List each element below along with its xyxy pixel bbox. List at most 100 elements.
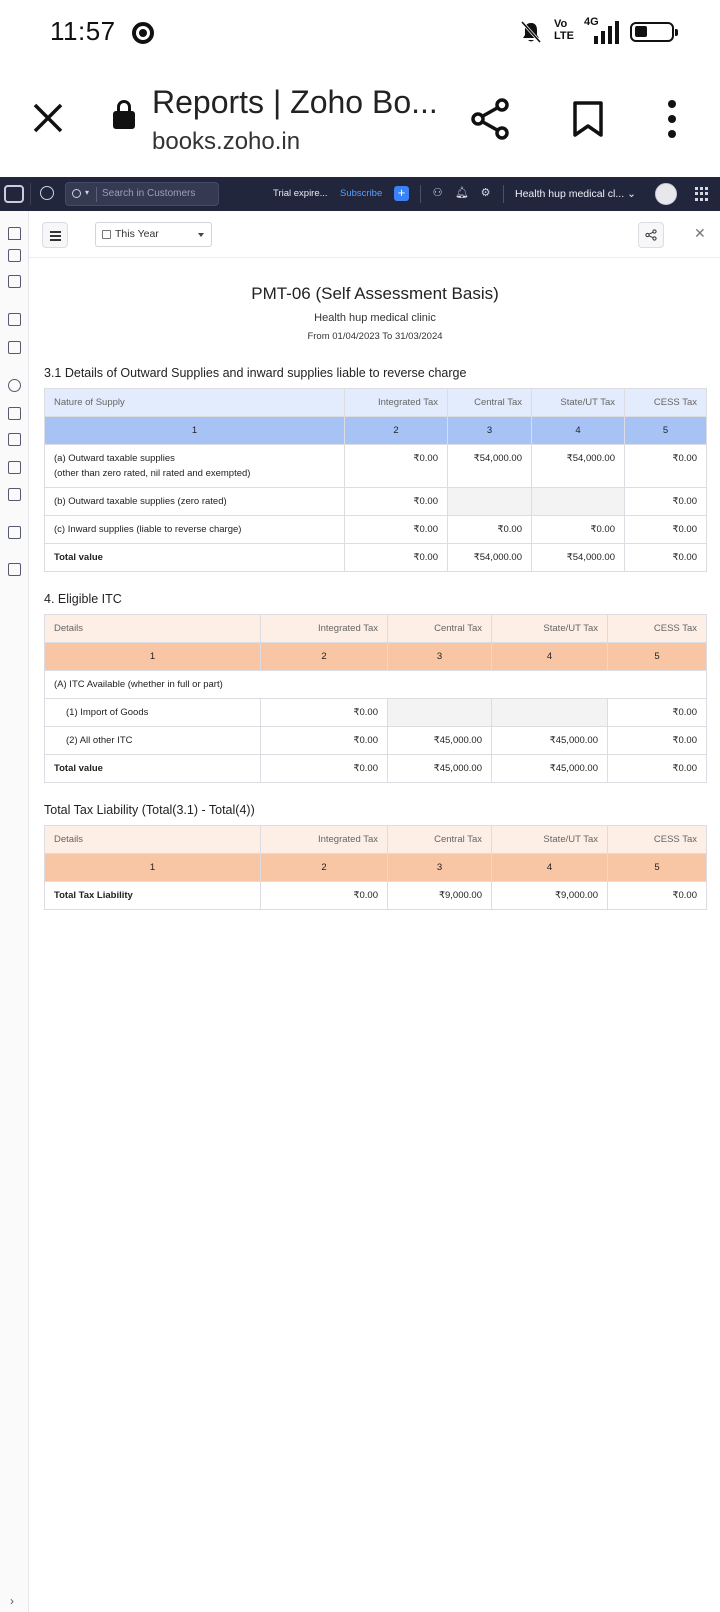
bookmark-icon[interactable] [572, 100, 604, 138]
search-input[interactable]: Search in Customers [102, 188, 195, 199]
app-grid-icon[interactable] [695, 187, 709, 201]
app-top-bar: ▾ Search in Customers Trial expire... Su… [0, 177, 720, 211]
sales-cart-icon[interactable] [8, 313, 21, 326]
chevron-down-icon[interactable]: ▾ [85, 188, 89, 197]
column-number: 1 [44, 642, 261, 671]
row-label: (b) Outward taxable supplies (zero rated… [44, 487, 345, 516]
recent-history-icon[interactable] [40, 186, 54, 200]
column-header: State/UT Tax [491, 825, 608, 854]
left-sidebar: › [0, 211, 29, 1612]
integrated-tax-cell: ₹0.00 [260, 881, 388, 910]
documents-icon[interactable] [8, 526, 21, 539]
integrated-tax-cell: ₹0.00 [260, 754, 388, 783]
page-title: Reports | Zoho Bo... [152, 84, 438, 120]
row-label-line: (a) Outward taxable supplies [54, 453, 175, 464]
column-number: 3 [387, 853, 492, 882]
search-icon[interactable] [72, 189, 81, 198]
central-tax-cell[interactable]: ₹54,000.00 [447, 444, 532, 488]
disabled-cell [531, 487, 625, 516]
expand-sidebar-icon[interactable]: › [10, 1594, 14, 1608]
org-name[interactable]: Health hup medical cl... [515, 188, 624, 200]
report-date-range: From 01/04/2023 To 31/03/2024 [307, 331, 443, 342]
period-value[interactable]: This Year [115, 228, 159, 240]
signal-icon [594, 21, 619, 44]
table-row: (2) All other ITC ₹0.00 ₹45,000.00 ₹45,0… [44, 726, 707, 755]
integrated-tax-cell[interactable]: ₹0.00 [344, 444, 448, 488]
table-row: (1) Import of Goods ₹0.00 ₹0.00 [44, 698, 707, 727]
share-icon[interactable] [645, 229, 657, 241]
e-way-bill-icon[interactable] [8, 407, 21, 420]
column-header: Integrated Tax [260, 614, 388, 643]
items-icon[interactable] [8, 249, 21, 262]
gst-filing-icon[interactable] [8, 433, 21, 446]
integrated-tax-cell: ₹0.00 [344, 487, 448, 516]
time-tracking-icon[interactable] [8, 379, 21, 392]
row-label: (2) All other ITC [44, 726, 261, 755]
divider [503, 185, 504, 203]
row-label: Total value [44, 543, 345, 572]
reports-icon[interactable] [8, 488, 21, 501]
share-report-button[interactable] [638, 222, 664, 248]
zoho-books-logo-icon[interactable] [4, 185, 24, 203]
caret-down-icon[interactable] [198, 233, 204, 237]
column-header: Central Tax [387, 825, 492, 854]
cess-tax-cell: ₹0.00 [607, 881, 707, 910]
avatar[interactable] [655, 183, 677, 205]
state-tax-cell[interactable]: ₹54,000.00 [531, 444, 625, 488]
eligible-itc-table: Details Integrated Tax Central Tax State… [44, 614, 707, 783]
subscribe-link[interactable]: Subscribe [340, 188, 382, 199]
divider [96, 187, 97, 202]
disabled-cell [387, 698, 492, 727]
volte-indicator: Vo LTE [554, 18, 574, 42]
cess-tax-cell: ₹0.00 [624, 543, 707, 572]
close-report-icon[interactable]: ✕ [694, 225, 706, 242]
report-menu-button[interactable] [42, 222, 68, 248]
report-title: PMT-06 (Self Assessment Basis) [251, 284, 499, 303]
url-text[interactable]: books.zoho.in [152, 128, 300, 156]
table-row: (c) Inward supplies (liable to reverse c… [44, 515, 707, 544]
column-number: 2 [344, 416, 448, 445]
row-label: (a) Outward taxable supplies (other than… [44, 444, 345, 488]
state-tax-cell[interactable]: ₹45,000.00 [491, 726, 608, 755]
row-label: (c) Inward supplies (liable to reverse c… [44, 515, 345, 544]
referral-icon[interactable]: ⚇ [431, 187, 444, 200]
period-dropdown[interactable]: This Year [95, 222, 212, 247]
search-bar[interactable]: ▾ Search in Customers [65, 182, 219, 206]
state-tax-cell: ₹45,000.00 [491, 754, 608, 783]
column-number-row: 1 2 3 4 5 [44, 853, 707, 882]
column-number: 4 [491, 853, 608, 882]
integrated-tax-cell: ₹0.00 [344, 543, 448, 572]
home-icon[interactable] [8, 227, 21, 240]
more-options-icon[interactable] [668, 100, 678, 138]
row-label: Total value [44, 754, 261, 783]
central-tax-cell: ₹9,000.00 [387, 881, 492, 910]
state-tax-cell: ₹54,000.00 [531, 543, 625, 572]
column-header: CESS Tax [624, 388, 707, 417]
row-label: (1) Import of Goods [44, 698, 261, 727]
table-row: (b) Outward taxable supplies (zero rated… [44, 487, 707, 516]
bell-icon[interactable]: 🔔︎ [455, 187, 469, 200]
central-tax-cell[interactable]: ₹45,000.00 [387, 726, 492, 755]
accountant-icon[interactable] [8, 461, 21, 474]
lock-icon-body[interactable] [113, 111, 135, 129]
table-header-row: Nature of Supply Integrated Tax Central … [44, 388, 707, 417]
table-row: (a) Outward taxable supplies (other than… [44, 444, 707, 488]
quick-create-button[interactable]: + [394, 186, 409, 201]
row-label: Total Tax Liability [44, 881, 261, 910]
purchases-bag-icon[interactable] [8, 341, 21, 354]
cess-tax-cell: ₹0.00 [624, 515, 707, 544]
integrations-icon[interactable] [8, 563, 21, 576]
section-title: Total Tax Liability (Total(3.1) - Total(… [44, 803, 255, 817]
table-header-row: Details Integrated Tax Central Tax State… [44, 614, 707, 643]
report-toolbar: This Year ✕ [29, 211, 720, 258]
report-organization: Health hup medical clinic [314, 312, 436, 324]
chevron-down-icon[interactable]: ⌄ [627, 188, 636, 200]
column-header: Central Tax [447, 388, 532, 417]
cess-tax-cell: ₹0.00 [607, 698, 707, 727]
share-icon[interactable] [470, 98, 510, 140]
close-tab-icon[interactable] [30, 100, 66, 136]
organization-switcher[interactable]: Health hup medical cl... ⌄ [515, 188, 636, 200]
column-number: 3 [447, 416, 532, 445]
gear-icon[interactable]: ⚙ [479, 187, 492, 200]
banking-icon[interactable] [8, 275, 21, 288]
